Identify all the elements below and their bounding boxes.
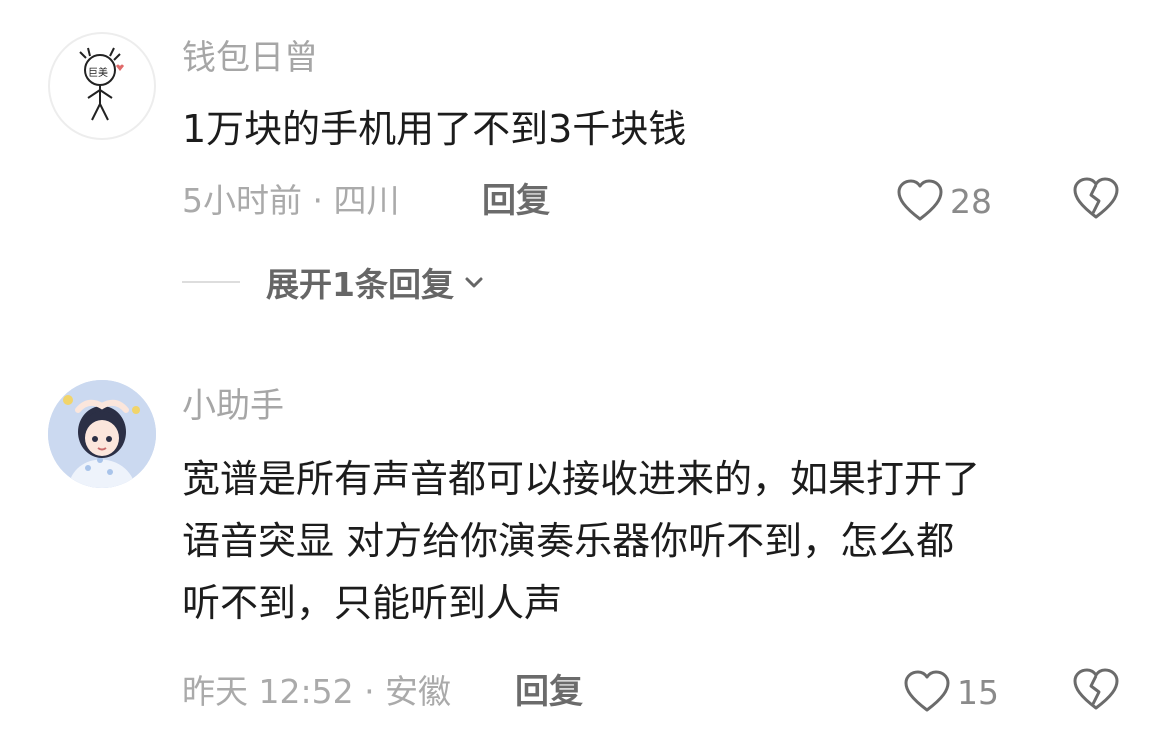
avatar[interactable]: 巨美 xyxy=(48,32,156,140)
avatar-text: 巨美 xyxy=(88,68,108,79)
stick-figure-avatar-icon xyxy=(79,47,124,121)
broken-heart-icon xyxy=(1073,177,1119,219)
comment-text-line: 听不到，只能听到人声 xyxy=(182,581,563,625)
expand-replies-label: 展开1条回复 xyxy=(266,265,454,304)
comment-meta: 5小时前 · 四川 xyxy=(182,181,400,220)
comment-username[interactable]: 小助手 xyxy=(182,386,284,426)
like-button[interactable]: 15 xyxy=(903,668,999,716)
reply-button[interactable]: 回复 xyxy=(482,181,550,221)
comment-meta: 昨天 12:52 · 安徽 xyxy=(182,672,452,711)
dislike-button[interactable] xyxy=(1072,177,1120,225)
heart-icon xyxy=(904,670,950,712)
dislike-button[interactable] xyxy=(1072,668,1120,716)
divider xyxy=(182,281,240,283)
like-count: 15 xyxy=(957,672,999,712)
anime-girl-avatar-icon xyxy=(48,380,156,488)
comment-text-line: 宽谱是所有声音都可以接收进来的，如果打开了 xyxy=(182,457,981,501)
heart-icon xyxy=(897,179,943,221)
comment-text: 1万块的手机用了不到3千块钱 xyxy=(182,107,687,151)
broken-heart-icon xyxy=(1073,668,1119,710)
like-button[interactable]: 28 xyxy=(896,177,992,225)
chevron-down-icon xyxy=(465,277,483,288)
reply-button[interactable]: 回复 xyxy=(515,672,583,712)
expand-replies[interactable]: 展开1条回复 xyxy=(182,262,486,304)
comment-username[interactable]: 钱包日曾 xyxy=(182,38,318,78)
avatar[interactable] xyxy=(48,380,156,488)
comment-text: 宽谱是所有声音都可以接收进来的，如果打开了 语音突显 对方给你演奏乐器你听不到，… xyxy=(182,448,1112,634)
like-count: 28 xyxy=(950,181,992,221)
comment-text-line: 语音突显 对方给你演奏乐器你听不到，怎么都 xyxy=(182,519,955,563)
